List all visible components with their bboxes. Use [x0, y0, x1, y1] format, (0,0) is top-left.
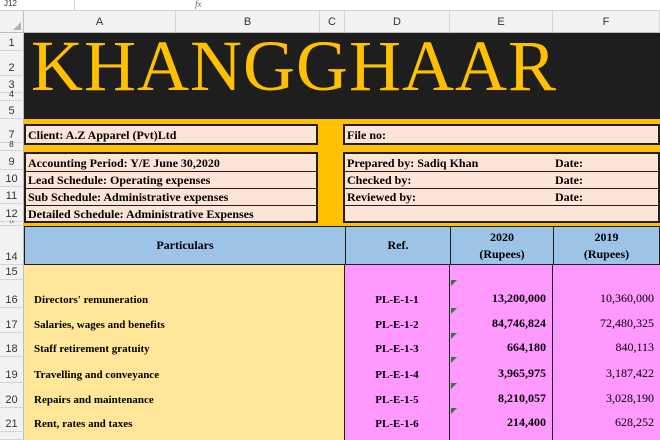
row-header[interactable]: 16	[0, 280, 24, 308]
value-2020-cell[interactable]: 3,965,975	[450, 357, 553, 383]
row-header[interactable]: 10	[0, 170, 24, 187]
table-row[interactable]: Travelling and conveyance PL-E-1-4 3,965…	[24, 357, 660, 383]
row-header[interactable]: 11	[0, 187, 24, 204]
ref-cell[interactable]: PL-E-1-2	[345, 308, 450, 333]
error-indicator-icon	[451, 280, 457, 286]
ref-cell[interactable]: PL-E-1-1	[345, 280, 450, 308]
detail-label: Detailed Schedule: Administrative Expens…	[28, 207, 254, 221]
table-row-blank[interactable]	[24, 265, 660, 280]
row-header[interactable]: 19	[0, 357, 24, 383]
row-header[interactable]: 4	[0, 89, 24, 101]
column-header-b[interactable]: B	[176, 11, 320, 33]
sheet-grid[interactable]: KHANGGHAAR Client: A.Z Apparel (Pvt)Ltd …	[24, 31, 660, 440]
client-box: Client: A.Z Apparel (Pvt)Ltd	[24, 124, 318, 145]
ref-cell[interactable]: PL-E-1-5	[345, 383, 450, 408]
fx-icon: fx	[195, 0, 202, 9]
date-label-3: Date:	[555, 190, 583, 204]
row-header[interactable]: 20	[0, 383, 24, 408]
banner-title: KHANGGHAAR	[31, 31, 557, 101]
date-label-2: Date:	[555, 173, 583, 187]
table-row[interactable]	[24, 432, 660, 440]
file-no-label: File no:	[347, 128, 386, 142]
row-header[interactable]: 5	[0, 101, 24, 119]
ref-header: Ref.	[346, 227, 451, 264]
particular-cell[interactable]: Rent, rates and taxes	[24, 408, 345, 432]
reviewed-label: Reviewed by:	[347, 190, 416, 204]
select-all-corner[interactable]	[0, 11, 24, 33]
value-2019-cell[interactable]: 3,028,190	[553, 383, 660, 408]
date-label-1: Date:	[555, 156, 583, 170]
particular-cell[interactable]: Salaries, wages and benefits	[24, 308, 345, 333]
year-2019-header: 2019 (Rupees)	[583, 229, 630, 261]
error-indicator-icon	[451, 383, 457, 389]
sub-label: Sub Schedule: Administrative expenses	[28, 190, 229, 204]
value-2019-cell[interactable]: 10,360,000	[553, 280, 660, 308]
column-header-a[interactable]: A	[24, 11, 176, 33]
lead-label: Lead Schedule: Operating expenses	[28, 173, 211, 187]
particular-cell[interactable]: Repairs and maintenance	[24, 383, 345, 408]
name-box[interactable]: J12	[0, 0, 75, 10]
particular-cell[interactable]: Directors' remuneration	[24, 280, 345, 308]
ref-cell[interactable]: PL-E-1-6	[345, 408, 450, 432]
table-row[interactable]: Salaries, wages and benefits PL-E-1-2 84…	[24, 308, 660, 333]
value-2020-cell[interactable]: 214,400	[450, 408, 553, 432]
row-header[interactable]: 15	[0, 265, 24, 280]
error-indicator-icon	[451, 308, 457, 314]
value-2020-cell[interactable]: 664,180	[450, 333, 553, 357]
banner: KHANGGHAAR	[24, 31, 660, 119]
row-header[interactable]: 9	[0, 151, 24, 170]
year-2020-header: 2020 (Rupees)	[451, 227, 554, 264]
row-header[interactable]: 14	[0, 226, 24, 265]
particular-cell[interactable]: Staff retirement gratuity	[24, 333, 345, 357]
row-header[interactable]: 8	[0, 140, 24, 151]
particular-cell[interactable]: Travelling and conveyance	[24, 357, 345, 383]
schedule-box: Accounting Period: Y/E June 30,2020 Lead…	[24, 152, 318, 223]
column-header-e[interactable]: E	[450, 11, 553, 33]
value-2019-cell[interactable]: 3,187,422	[553, 357, 660, 383]
table-row[interactable]: Rent, rates and taxes PL-E-1-6 214,400 6…	[24, 408, 660, 432]
review-box: Prepared by: Sadiq Khan Date: Checked by…	[343, 152, 660, 223]
value-2020-cell[interactable]: 13,200,000	[450, 280, 553, 308]
error-indicator-icon	[451, 357, 457, 363]
checked-label: Checked by:	[347, 173, 412, 187]
column-header-f[interactable]: F	[553, 11, 660, 33]
row-header[interactable]: 17	[0, 308, 24, 333]
file-no-box: File no:	[343, 124, 660, 145]
row-header[interactable]: 1	[0, 33, 24, 51]
period-label: Accounting Period: Y/E June 30,2020	[28, 156, 220, 170]
value-2019-cell[interactable]: 840,113	[553, 333, 660, 357]
ref-cell[interactable]: PL-E-1-3	[345, 333, 450, 357]
row-header[interactable]: 2	[0, 51, 24, 76]
column-header-d[interactable]: D	[345, 11, 450, 33]
prepared-label: Prepared by: Sadiq Khan	[347, 156, 479, 170]
value-2019-cell[interactable]: 628,252	[553, 408, 660, 432]
formula-bar: J12 fx	[0, 0, 660, 11]
ref-cell[interactable]: PL-E-1-4	[345, 357, 450, 383]
table-row[interactable]: Directors' remuneration PL-E-1-1 13,200,…	[24, 280, 660, 308]
value-2020-cell[interactable]: 84,746,824	[450, 308, 553, 333]
column-header-c[interactable]: C	[320, 11, 345, 33]
client-label: Client: A.Z Apparel (Pvt)Ltd	[28, 128, 177, 142]
row-header[interactable]: 18	[0, 333, 24, 357]
table-header: Particulars Ref. 2020 (Rupees) 2019 (Rup…	[24, 226, 660, 265]
row-header[interactable]: 21	[0, 408, 24, 432]
value-2020-cell[interactable]: 8,210,057	[450, 383, 553, 408]
table-row[interactable]: Staff retirement gratuity PL-E-1-3 664,1…	[24, 333, 660, 357]
value-2019-cell[interactable]: 72,480,325	[553, 308, 660, 333]
error-indicator-icon	[451, 333, 457, 339]
error-indicator-icon	[451, 408, 457, 414]
particulars-header: Particulars	[25, 227, 346, 264]
table-row[interactable]: Repairs and maintenance PL-E-1-5 8,210,0…	[24, 383, 660, 408]
row-header[interactable]	[0, 432, 24, 440]
